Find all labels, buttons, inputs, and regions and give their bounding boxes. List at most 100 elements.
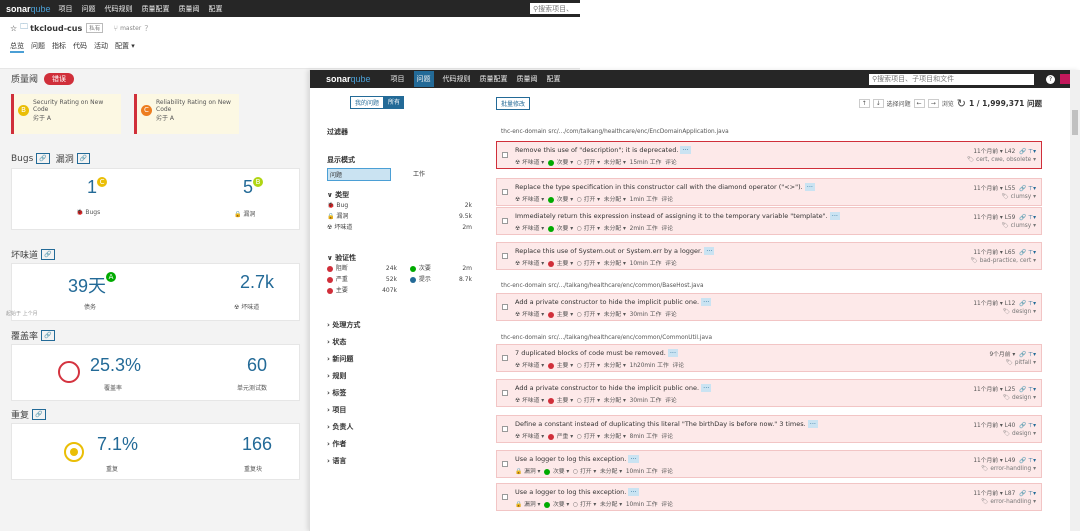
issue-comment[interactable]: 评论	[665, 261, 677, 267]
issue-status[interactable]: 打开	[584, 197, 596, 203]
issue-comment[interactable]: 评论	[661, 469, 673, 475]
link-icon[interactable]: 🔗	[1019, 458, 1026, 464]
link-icon[interactable]: 🔗	[1019, 250, 1026, 256]
issue-time[interactable]: 11个月前 ▾ L12 🔗 ⊤▾	[973, 298, 1036, 307]
filter-icon[interactable]: ⊤▾	[1028, 352, 1036, 358]
issue-message[interactable]: Replace this use of System.out or System…	[515, 247, 715, 255]
issue-message[interactable]: Use a logger to log this exception. ···	[515, 488, 639, 496]
issue-row[interactable]: Replace the type specification in this c…	[496, 178, 1042, 206]
issue-time[interactable]: 11个月前 ▾ L42 🔗 ⊤▾	[973, 146, 1036, 155]
issue-tags[interactable]: 🏷 error-handling ▾	[981, 499, 1036, 505]
issue-type[interactable]: 坏味道	[522, 398, 539, 404]
link-icon[interactable]: 🔗	[1019, 491, 1026, 497]
smell-value[interactable]: 2.7k	[240, 272, 274, 293]
issue-checkbox[interactable]	[502, 461, 508, 467]
arrow-up-icon[interactable]: ↑	[858, 98, 870, 108]
project-name[interactable]: tkcloud-cus	[30, 24, 82, 33]
nav-rules[interactable]: 代码规则	[105, 4, 133, 14]
more-icon[interactable]: ···	[807, 420, 818, 428]
issue-tags[interactable]: 🏷 cert, cwe, obsolete ▾	[967, 157, 1036, 163]
issue-tags[interactable]: 🏷 design ▾	[1003, 395, 1036, 401]
avatar[interactable]	[1060, 74, 1070, 84]
issue-status[interactable]: 打开	[584, 312, 596, 318]
issue-checkbox[interactable]	[502, 218, 508, 224]
tab-issues[interactable]: 问题	[31, 41, 45, 53]
issue-time[interactable]: 11个月前 ▾ L55 🔗 ⊤▾	[973, 183, 1036, 192]
issue-row[interactable]: Use a logger to log this exception. ··· 🔒…	[496, 483, 1042, 511]
issue-comment[interactable]: 评论	[665, 398, 677, 404]
facet-severity-row[interactable]: 主要 407k	[327, 285, 472, 296]
issue-severity[interactable]: 主要	[557, 363, 569, 369]
tab-config[interactable]: 配置 ▾	[115, 41, 135, 53]
issue-message[interactable]: Use a logger to log this exception. ···	[515, 455, 639, 463]
facet-severity-row[interactable]: 严重 52k 提示 8.7k	[327, 274, 472, 285]
issue-message[interactable]: Add a private constructor to hide the im…	[515, 384, 712, 392]
issue-comment[interactable]: 评论	[672, 363, 684, 369]
scrollbar[interactable]	[1070, 70, 1080, 531]
all-issues-button[interactable]: 所有	[384, 96, 405, 109]
issue-status[interactable]: 打开	[584, 160, 596, 166]
issue-severity[interactable]: 次要	[557, 226, 569, 232]
nav-admin[interactable]: 配置	[547, 74, 561, 84]
issue-checkbox[interactable]	[502, 494, 508, 500]
facet-vuln[interactable]: 🔒 漏洞 9.5k	[327, 211, 472, 222]
bugs-value[interactable]: 1C	[87, 177, 108, 198]
more-icon[interactable]: ···	[667, 349, 679, 357]
facet-author[interactable]: › 作者	[327, 439, 360, 449]
issue-assignee[interactable]: 未分配	[604, 398, 621, 404]
dup-value[interactable]: 7.1%	[97, 434, 138, 455]
my-issues-button[interactable]: 我的问题	[350, 96, 385, 109]
issue-message[interactable]: Remove this use of "description"; it is …	[515, 146, 691, 154]
help-icon[interactable]: ?	[144, 24, 148, 33]
more-icon[interactable]: ···	[829, 212, 840, 220]
issue-type[interactable]: 坏味道	[522, 434, 539, 440]
issue-comment[interactable]: 评论	[661, 226, 673, 232]
nav-admin[interactable]: 配置	[209, 4, 223, 14]
type-facet-title[interactable]: ∨ 类型	[327, 190, 472, 200]
more-icon[interactable]: ···	[704, 247, 715, 255]
link-icon[interactable]: 🔗	[1019, 215, 1026, 221]
issue-tags[interactable]: 🏷 clumsy ▾	[1001, 194, 1036, 200]
tab-code[interactable]: 代码	[73, 41, 87, 53]
issue-severity[interactable]: 严重	[557, 434, 569, 440]
search-input[interactable]: ⚲ 搜索项目、	[530, 3, 580, 14]
issue-message[interactable]: Define a constant instead of duplicating…	[515, 420, 818, 428]
filter-icon[interactable]: ⊤▾	[1028, 387, 1036, 393]
tests-value[interactable]: 60	[247, 355, 267, 376]
issue-comment[interactable]: 评论	[665, 312, 677, 318]
issue-row[interactable]: Add a private constructor to hide the im…	[496, 379, 1042, 407]
issue-message[interactable]: Add a private constructor to hide the im…	[515, 298, 712, 306]
issue-assignee[interactable]: 未分配	[600, 469, 617, 475]
nav-issues[interactable]: 问题	[82, 4, 96, 14]
more-icon[interactable]: ···	[628, 455, 639, 463]
nav-projects[interactable]: 项目	[391, 74, 405, 84]
issue-time[interactable]: 11个月前 ▾ L65 🔗 ⊤▾	[973, 247, 1036, 256]
issue-severity[interactable]: 主要	[557, 398, 569, 404]
filter-icon[interactable]: ⊤▾	[1028, 186, 1036, 192]
facet-new[interactable]: › 新问题	[327, 354, 360, 364]
issue-assignee[interactable]: 未分配	[604, 197, 621, 203]
issue-row[interactable]: Immediately return this expression inste…	[496, 207, 1042, 235]
issue-row[interactable]: 7 duplicated blocks of code must be remo…	[496, 344, 1042, 372]
issue-type[interactable]: 漏洞	[524, 469, 536, 475]
reload-icon[interactable]: ↻	[957, 97, 966, 110]
component-path[interactable]: thc-enc-domain src/.../taikang/healthcar…	[501, 335, 712, 341]
issue-severity[interactable]: 主要	[557, 312, 569, 318]
nav-gates[interactable]: 质量阈	[179, 4, 200, 14]
nav-gates[interactable]: 质量阈	[517, 74, 538, 84]
link-icon[interactable]: 🔗	[1019, 423, 1026, 429]
facet-resolution[interactable]: › 处理方式	[327, 320, 360, 330]
link-icon[interactable]: 🔗	[1019, 186, 1026, 192]
nav-rules[interactable]: 代码规则	[443, 74, 471, 84]
help-icon[interactable]: ?	[1046, 74, 1055, 84]
issue-tags[interactable]: 🏷 design ▾	[1003, 309, 1036, 315]
issue-type[interactable]: 漏洞	[524, 502, 536, 508]
issue-type[interactable]: 坏味道	[522, 363, 539, 369]
facet-tags[interactable]: › 标签	[327, 388, 360, 398]
issue-severity[interactable]: 次要	[553, 502, 565, 508]
more-icon[interactable]: ···	[804, 183, 815, 191]
facet-language[interactable]: › 语言	[327, 456, 360, 466]
link-icon[interactable]: 🔗	[76, 153, 91, 164]
link-icon[interactable]: 🔗	[41, 249, 55, 260]
issue-tags[interactable]: 🏷 bad-practice, cert ▾	[971, 258, 1037, 264]
